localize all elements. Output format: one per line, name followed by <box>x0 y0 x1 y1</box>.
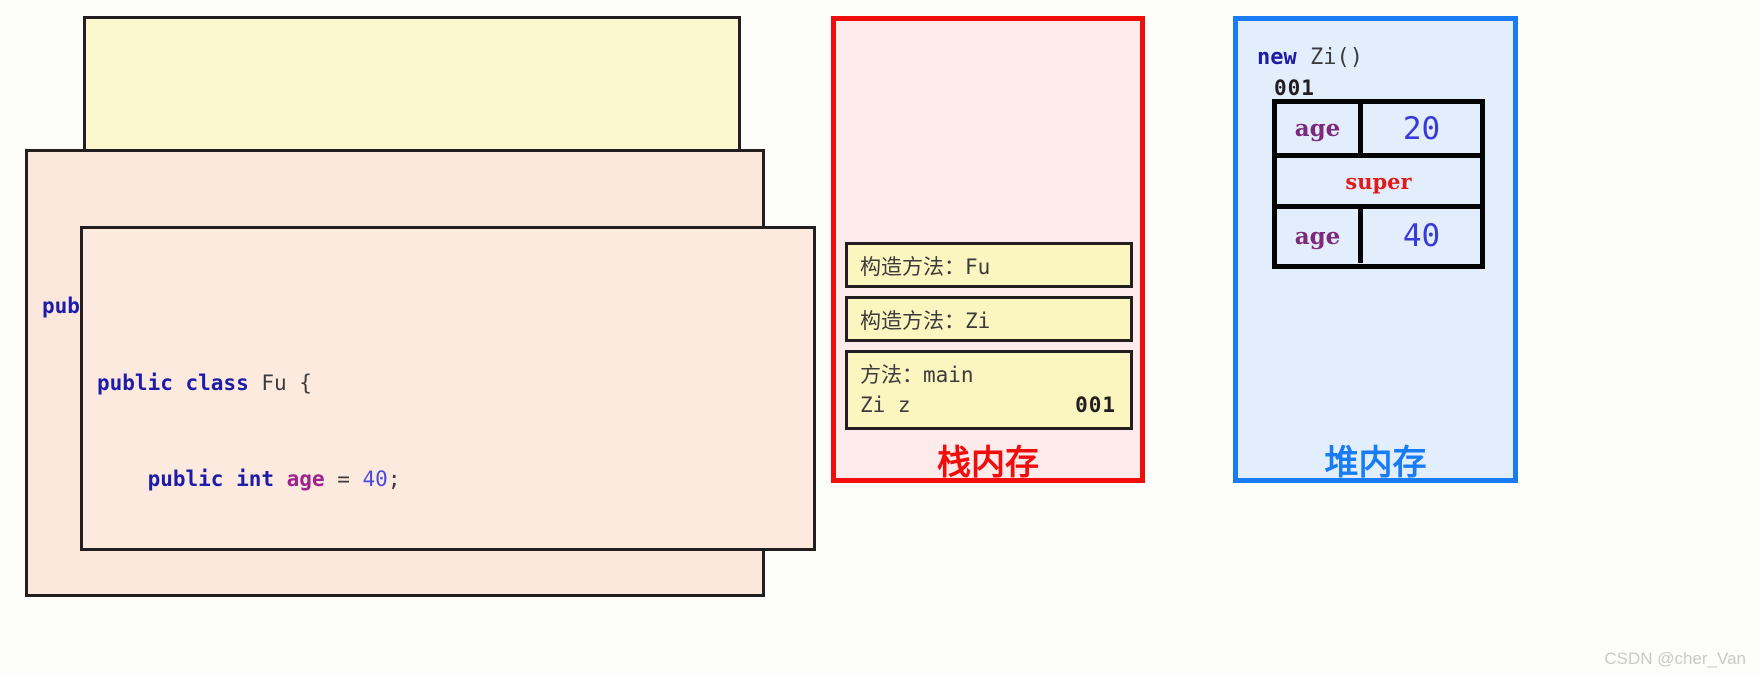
heap-field-row-zi-age: age 20 <box>1277 104 1480 158</box>
heap-field-key: age <box>1277 104 1363 153</box>
heap-object-type: Zi() <box>1296 45 1363 70</box>
stack-frame-address-value: 001 <box>1075 393 1116 417</box>
code-card-fu: public class Fu { public int age = 40; p… <box>80 226 816 551</box>
stack-frame-title: 构造方法：Zi <box>860 309 991 333</box>
heap-field-value: 40 <box>1402 218 1441 254</box>
heap-field-value: 20 <box>1402 110 1441 147</box>
heap-super-divider: super <box>1277 158 1480 209</box>
stack-frame-variable: Zi z <box>860 393 911 417</box>
heap-memory-label: 堆内存 <box>1324 443 1427 483</box>
code-card-fu-body: public class Fu { public int age = 40; p… <box>83 293 813 548</box>
stack-frame-main-method: 方法：main Zi z 001 <box>845 350 1133 430</box>
code-line: public class Fu { <box>97 371 312 395</box>
heap-object-address: 001 <box>1274 76 1315 100</box>
diagram-canvas: public class Demo { public static void m… <box>0 0 1760 677</box>
stack-frame-zi-constructor: 构造方法：Zi <box>845 296 1133 342</box>
stack-memory-label: 栈内存 <box>937 443 1039 483</box>
stack-frame-fu-constructor: 构造方法：Fu <box>845 242 1133 288</box>
heap-object-box: age 20 super age 40 <box>1272 99 1485 269</box>
code-card-demo: public class Demo { public static void m… <box>83 16 741 164</box>
heap-memory-panel: new Zi() 001 age 20 super age 40 堆内存 <box>1233 16 1518 483</box>
stack-frame-title: 构造方法：Fu <box>860 255 991 279</box>
heap-object-title: new Zi() <box>1257 45 1363 70</box>
stack-frame-row: 构造方法：Fu <box>860 252 1130 282</box>
heap-field-row-fu-age: age 40 <box>1277 209 1480 263</box>
code-line: public int age = 40; <box>97 467 401 491</box>
heap-object-keyword: new <box>1257 45 1297 70</box>
stack-frame-variable-row: Zi z 001 <box>860 390 1130 420</box>
heap-field-key: age <box>1277 209 1363 263</box>
stack-frame-row: 构造方法：Zi <box>860 306 1130 336</box>
stack-memory-panel: 构造方法：Fu 构造方法：Zi 方法：main Zi z 001 栈内存 <box>831 16 1145 483</box>
stack-frame-title: 方法：main <box>860 363 974 387</box>
stack-frame-row: 方法：main <box>860 360 1130 390</box>
watermark: CSDN @cher_Van <box>1604 649 1746 668</box>
